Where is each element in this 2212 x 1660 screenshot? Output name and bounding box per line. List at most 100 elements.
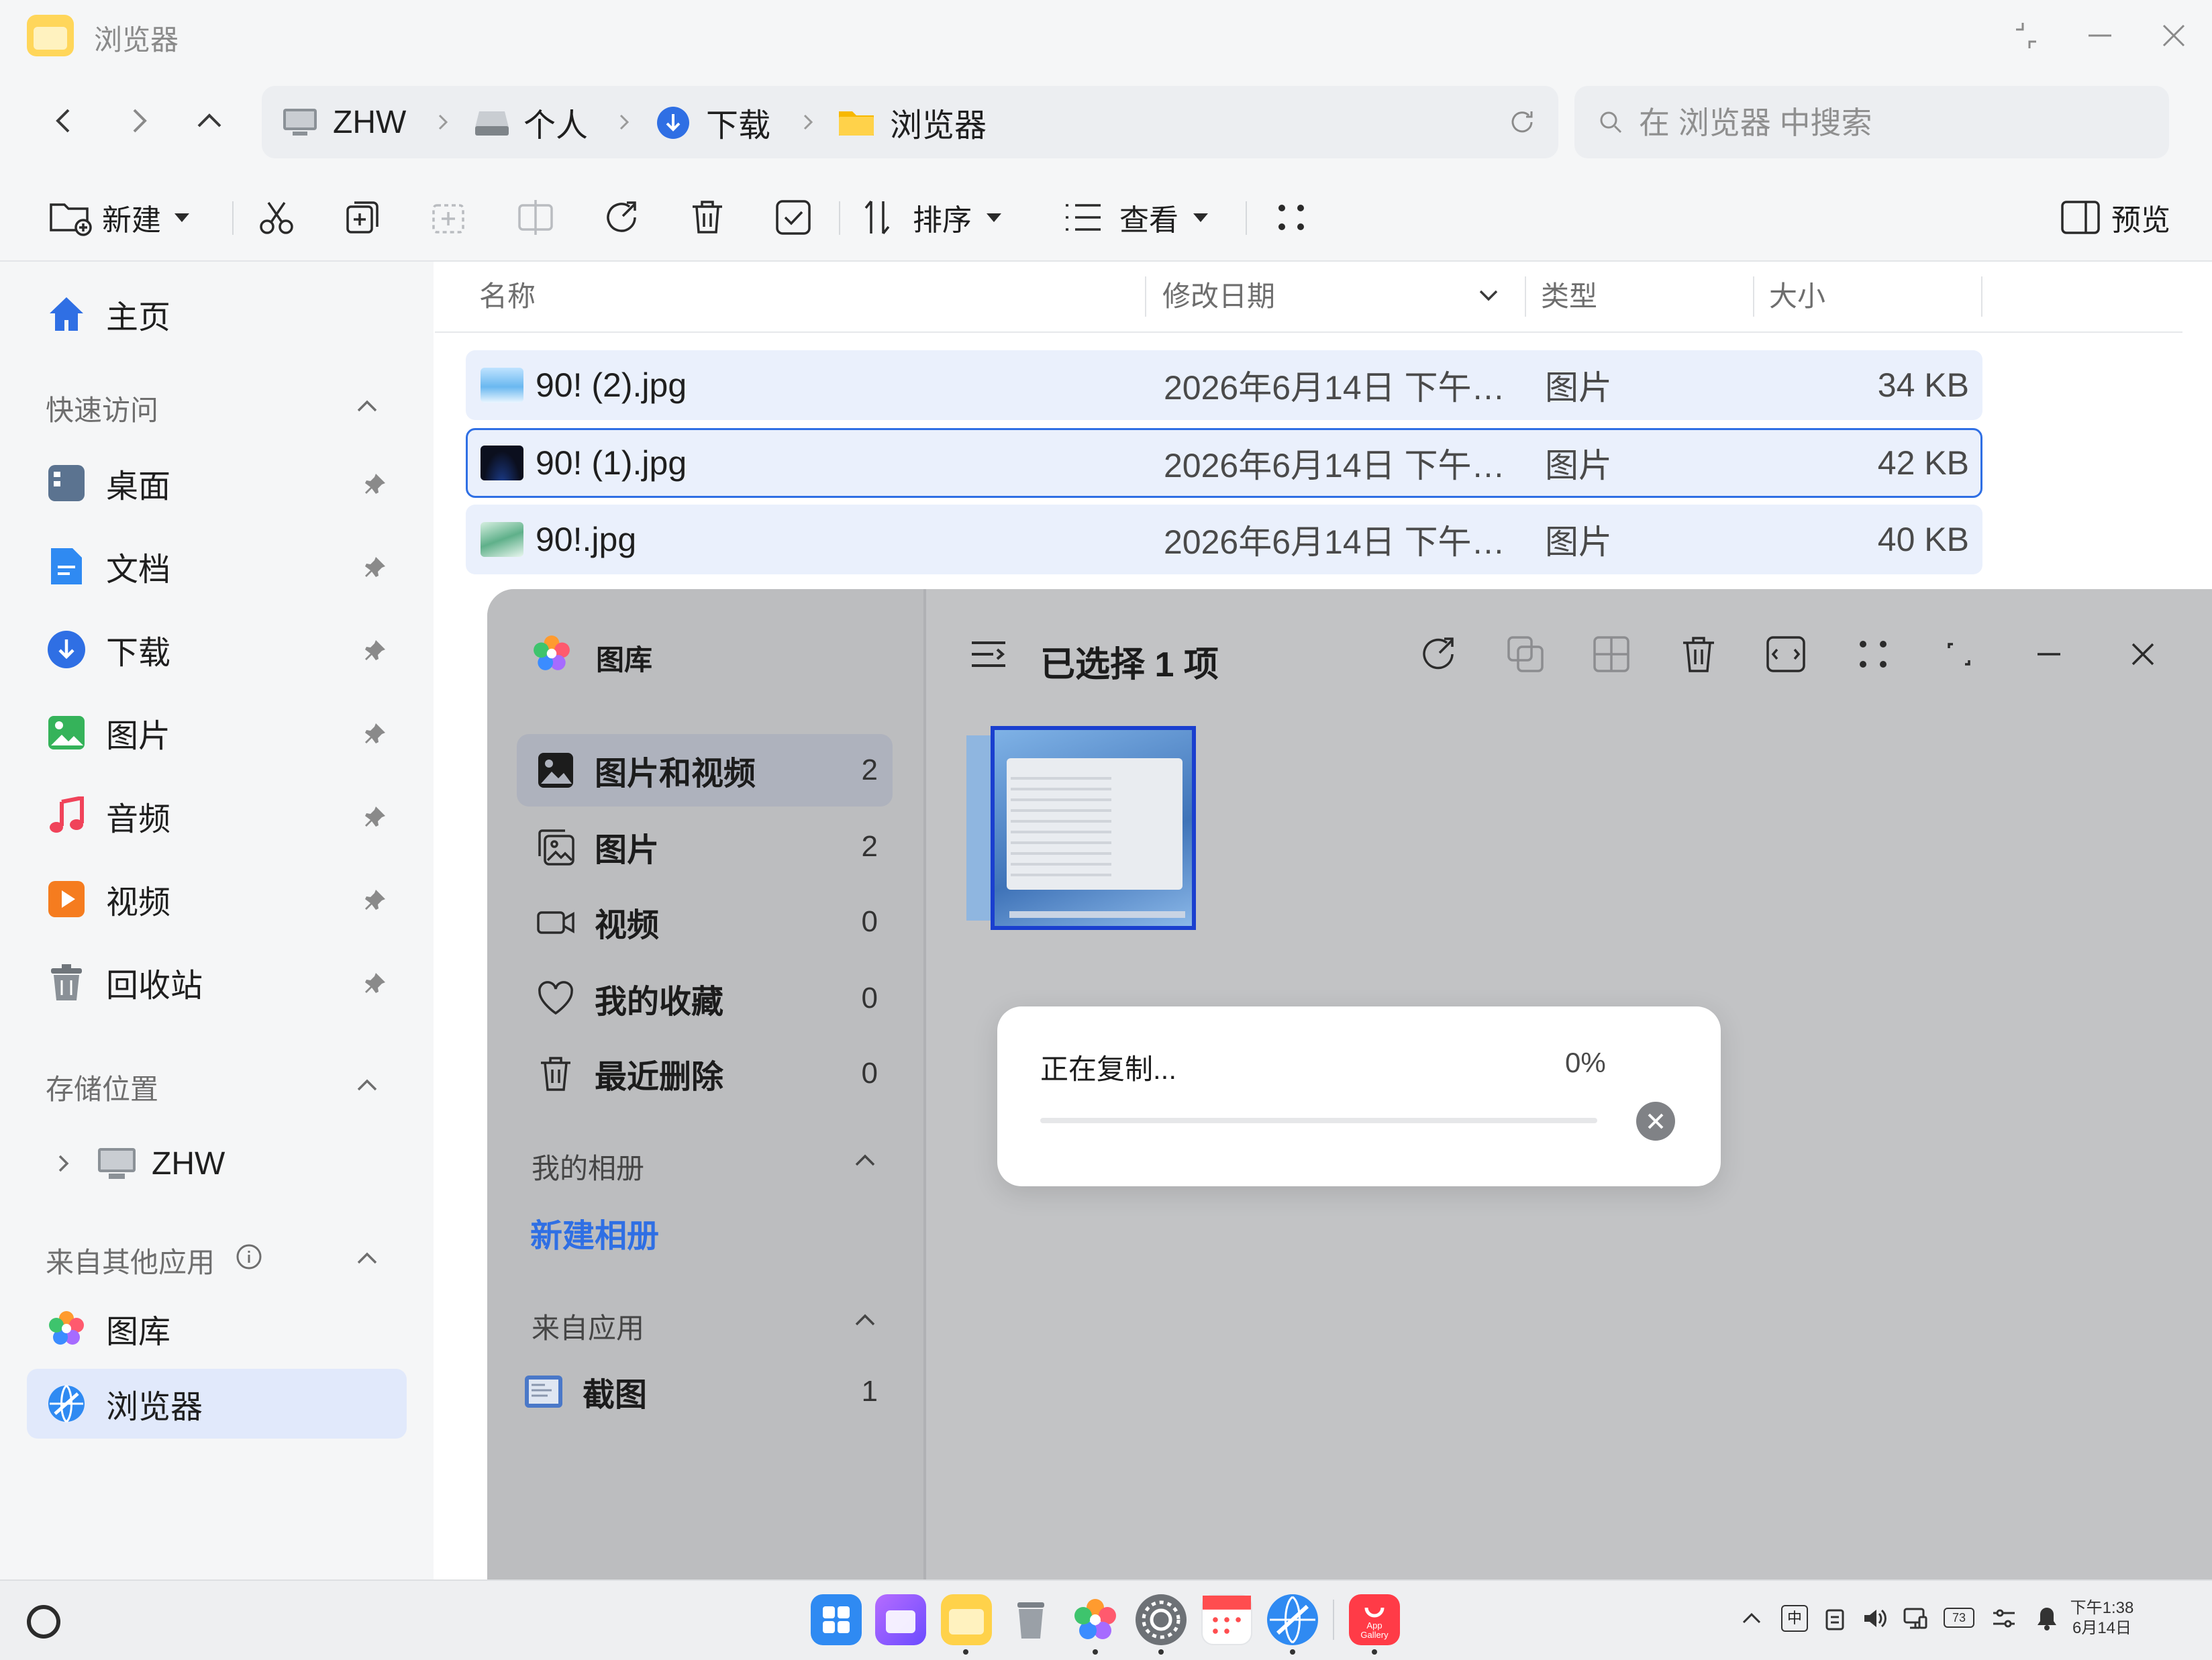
cancel-copy-icon[interactable] xyxy=(1635,1100,1676,1142)
breadcrumb-item-browser[interactable]: 浏览器 xyxy=(890,86,987,158)
chevron-up-icon[interactable] xyxy=(350,1068,384,1102)
column-divider[interactable] xyxy=(1981,276,1982,317)
sidebar-item-audio[interactable]: 音频 xyxy=(27,781,407,851)
refresh-icon[interactable] xyxy=(1507,107,1537,137)
file-row[interactable]: 90!.jpg 2026年6月14日 下午… 图片 40 KB xyxy=(466,505,1982,574)
file-row[interactable]: 90! (1).jpg 2026年6月14日 下午… 图片 42 KB xyxy=(466,428,1982,498)
column-divider[interactable] xyxy=(1753,276,1754,317)
column-header-size[interactable]: 大小 xyxy=(1769,274,1825,315)
breadcrumb-item-personal[interactable]: 个人 xyxy=(523,86,588,158)
copy-to-album-icon[interactable] xyxy=(1503,632,1548,676)
chevron-up-icon[interactable] xyxy=(848,1303,882,1337)
gallery-item-photos-videos[interactable]: 图片和视频 2 xyxy=(517,734,893,807)
cut-icon[interactable] xyxy=(255,196,298,239)
battery-indicator[interactable]: 73 xyxy=(1944,1608,1974,1628)
multitask-app-icon[interactable] xyxy=(875,1594,926,1645)
column-divider[interactable] xyxy=(1525,276,1526,317)
chevron-up-icon[interactable] xyxy=(350,389,384,423)
paste-icon[interactable] xyxy=(427,196,470,239)
volume-icon[interactable] xyxy=(1860,1605,1887,1632)
gallery-item-favorites[interactable]: 我的收藏 0 xyxy=(517,962,893,1035)
app-gallery-dock-icon[interactable]: App Gallery xyxy=(1349,1594,1400,1645)
back-icon[interactable] xyxy=(44,101,85,141)
copy-icon[interactable] xyxy=(341,196,384,239)
control-center-icon[interactable] xyxy=(1991,1605,2017,1632)
sidebar-item-downloads[interactable]: 下载 xyxy=(27,615,407,684)
sidebar-item-gallery[interactable]: 图库 xyxy=(27,1294,407,1363)
sidebar-item-browser[interactable]: 浏览器 xyxy=(27,1369,407,1439)
clipboard-icon[interactable] xyxy=(1821,1605,1848,1632)
breadcrumb-item-zhw[interactable]: ZHW xyxy=(333,86,406,158)
preview-button[interactable]: 预览 xyxy=(2060,193,2170,242)
assistant-ring-icon[interactable] xyxy=(23,1601,64,1643)
pin-icon[interactable] xyxy=(364,722,387,745)
selected-photo-thumbnail[interactable] xyxy=(991,726,1196,930)
delete-icon[interactable] xyxy=(686,196,729,239)
chevron-up-icon[interactable] xyxy=(848,1143,882,1177)
new-button[interactable]: 新建 xyxy=(48,193,192,242)
file-row[interactable]: 90! (2).jpg 2026年6月14日 下午… 图片 34 KB xyxy=(466,350,1982,420)
pin-icon[interactable] xyxy=(364,972,387,994)
restore-window-icon[interactable] xyxy=(2011,20,2042,51)
collage-icon[interactable] xyxy=(1589,632,1633,676)
recycle-bin-dock-icon[interactable] xyxy=(1005,1594,1056,1645)
quick-access-section-title: 快速访问 xyxy=(46,395,159,426)
share-icon[interactable] xyxy=(1416,632,1460,676)
new-album-link[interactable]: 新建相册 xyxy=(530,1209,659,1256)
sidebar-item-documents[interactable]: 文档 xyxy=(27,531,407,601)
column-header-type[interactable]: 类型 xyxy=(1541,274,1597,315)
share-icon[interactable] xyxy=(600,196,643,239)
sidebar-item-desktop[interactable]: 桌面 xyxy=(27,448,407,518)
minimize-window-icon[interactable] xyxy=(2084,20,2115,51)
file-manager-dock-icon[interactable] xyxy=(941,1594,992,1645)
rename-icon[interactable] xyxy=(514,196,557,239)
select-all-icon[interactable] xyxy=(772,196,815,239)
pin-icon[interactable] xyxy=(364,888,387,911)
minimize-window-icon[interactable] xyxy=(2032,637,2066,671)
sidebar-item-recycle-bin[interactable]: 回收站 xyxy=(27,947,407,1017)
delete-icon[interactable] xyxy=(1676,632,1721,676)
pin-icon[interactable] xyxy=(364,805,387,828)
sort-descending-chevron-icon[interactable] xyxy=(1474,280,1503,310)
chevron-right-icon[interactable] xyxy=(50,1150,77,1177)
more-options-icon[interactable] xyxy=(1270,196,1313,239)
pin-icon[interactable] xyxy=(364,556,387,578)
search-input[interactable] xyxy=(1638,86,2150,160)
sidebar-item-home[interactable]: 主页 xyxy=(27,279,407,349)
forward-icon[interactable] xyxy=(118,101,158,141)
sort-button[interactable]: 排序 xyxy=(859,193,1004,242)
sidebar-item-zhw[interactable]: ZHW xyxy=(27,1129,407,1198)
settings-dock-icon[interactable] xyxy=(1136,1594,1187,1645)
column-header-date[interactable]: 修改日期 xyxy=(1162,274,1275,315)
breadcrumb-item-downloads[interactable]: 下载 xyxy=(706,86,770,158)
calendar-dock-icon[interactable] xyxy=(1201,1594,1252,1645)
view-button[interactable]: 查看 xyxy=(1063,193,1211,242)
up-folder-icon[interactable] xyxy=(189,101,230,141)
browser-dock-icon[interactable] xyxy=(1267,1594,1318,1645)
start-menu-icon[interactable] xyxy=(811,1594,862,1645)
fit-screen-icon[interactable] xyxy=(1764,632,1808,676)
gallery-item-pictures[interactable]: 图片 2 xyxy=(517,811,893,883)
column-header-name[interactable]: 名称 xyxy=(479,274,536,315)
close-window-icon[interactable] xyxy=(2126,637,2160,671)
pin-icon[interactable] xyxy=(364,472,387,495)
more-options-icon[interactable] xyxy=(1851,632,1895,676)
menu-collapse-icon[interactable] xyxy=(966,632,1011,676)
close-window-icon[interactable] xyxy=(2158,20,2189,51)
sidebar-item-video[interactable]: 视频 xyxy=(27,864,407,934)
gallery-item-recently-deleted[interactable]: 最近删除 0 xyxy=(517,1037,893,1110)
display-connect-icon[interactable] xyxy=(1902,1605,1929,1632)
gallery-item-screenshots[interactable]: 截图 1 xyxy=(517,1355,893,1428)
gallery-dock-icon[interactable] xyxy=(1070,1594,1121,1645)
pin-icon[interactable] xyxy=(364,639,387,662)
clock[interactable]: 下午1:38 6月14日 xyxy=(2068,1598,2135,1639)
chevron-up-icon[interactable] xyxy=(350,1241,384,1275)
column-divider[interactable] xyxy=(1145,276,1146,317)
chevron-up-icon[interactable] xyxy=(1738,1605,1765,1632)
restore-window-icon[interactable] xyxy=(1942,637,1976,671)
info-icon[interactable] xyxy=(235,1243,263,1271)
gallery-item-videos[interactable]: 视频 0 xyxy=(517,886,893,958)
ime-indicator[interactable]: 中 xyxy=(1781,1605,1808,1632)
sidebar-item-pictures[interactable]: 图片 xyxy=(27,698,407,768)
notification-bell-icon[interactable] xyxy=(2033,1605,2060,1632)
